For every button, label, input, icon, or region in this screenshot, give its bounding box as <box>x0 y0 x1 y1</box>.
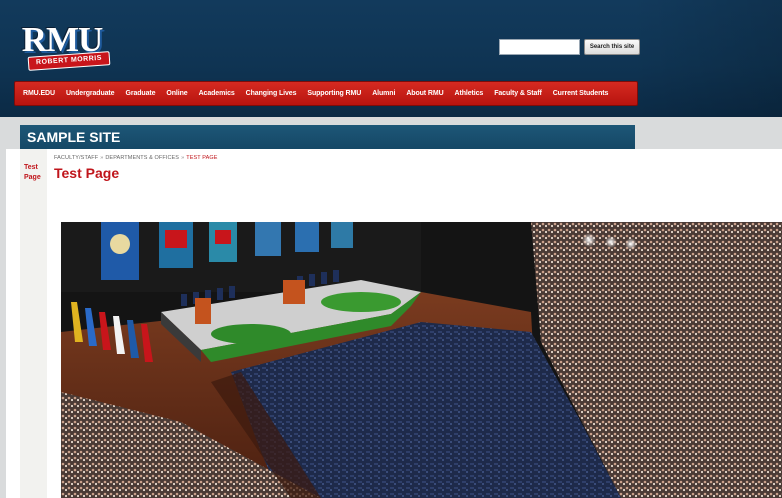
nav-item-alumni[interactable]: Alumni <box>372 90 395 97</box>
breadcrumb-item-departments[interactable]: DEPARTMENTS & OFFICES <box>105 155 179 161</box>
breadcrumb-item-faculty-staff[interactable]: FACULTY/STAFF <box>54 155 98 161</box>
site-title-bar: SAMPLE SITE <box>20 125 635 149</box>
stage-greenery <box>211 324 291 344</box>
nav-item-graduate[interactable]: Graduate <box>125 90 155 97</box>
sidebar: Test Page <box>20 149 47 498</box>
site-header: RMU ROBERT MORRIS Search this site RMU.E… <box>0 0 782 117</box>
arena-light <box>605 236 617 248</box>
nav-item-changing-lives[interactable]: Changing Lives <box>246 90 297 97</box>
nav-item-online[interactable]: Online <box>166 90 187 97</box>
site-title[interactable]: SAMPLE SITE <box>27 128 120 146</box>
page-title: Test Page <box>54 165 120 181</box>
sidebar-item-test-page[interactable]: Test Page <box>24 163 46 183</box>
stage-greenery <box>321 292 401 312</box>
nav-item-undergraduate[interactable]: Undergraduate <box>66 90 115 97</box>
nav-item-athletics[interactable]: Athletics <box>455 90 484 97</box>
search-input[interactable] <box>499 39 580 55</box>
commencement-photo <box>61 222 782 498</box>
breadcrumb-separator: » <box>100 155 104 161</box>
nav-item-current-students[interactable]: Current Students <box>553 90 609 97</box>
main-nav: RMU.EDU Undergraduate Graduate Online Ac… <box>14 81 638 106</box>
search-button[interactable]: Search this site <box>584 39 640 55</box>
nav-item-academics[interactable]: Academics <box>199 90 235 97</box>
nav-item-rmu-edu[interactable]: RMU.EDU <box>23 90 55 97</box>
breadcrumb-separator: » <box>181 155 185 161</box>
nav-item-faculty-staff[interactable]: Faculty & Staff <box>494 90 542 97</box>
podium <box>195 298 211 324</box>
breadcrumb-current: TEST PAGE <box>186 155 218 161</box>
nav-item-about-rmu[interactable]: About RMU <box>406 90 443 97</box>
arena-light <box>582 233 596 247</box>
arena-light <box>625 238 637 250</box>
breadcrumb: FACULTY/STAFF» DEPARTMENTS & OFFICES» TEST… <box>54 155 218 161</box>
podium <box>283 280 305 304</box>
left-border <box>0 149 6 498</box>
nav-item-supporting-rmu[interactable]: Supporting RMU <box>307 90 361 97</box>
rmu-logo[interactable]: RMU ROBERT MORRIS <box>14 22 111 71</box>
